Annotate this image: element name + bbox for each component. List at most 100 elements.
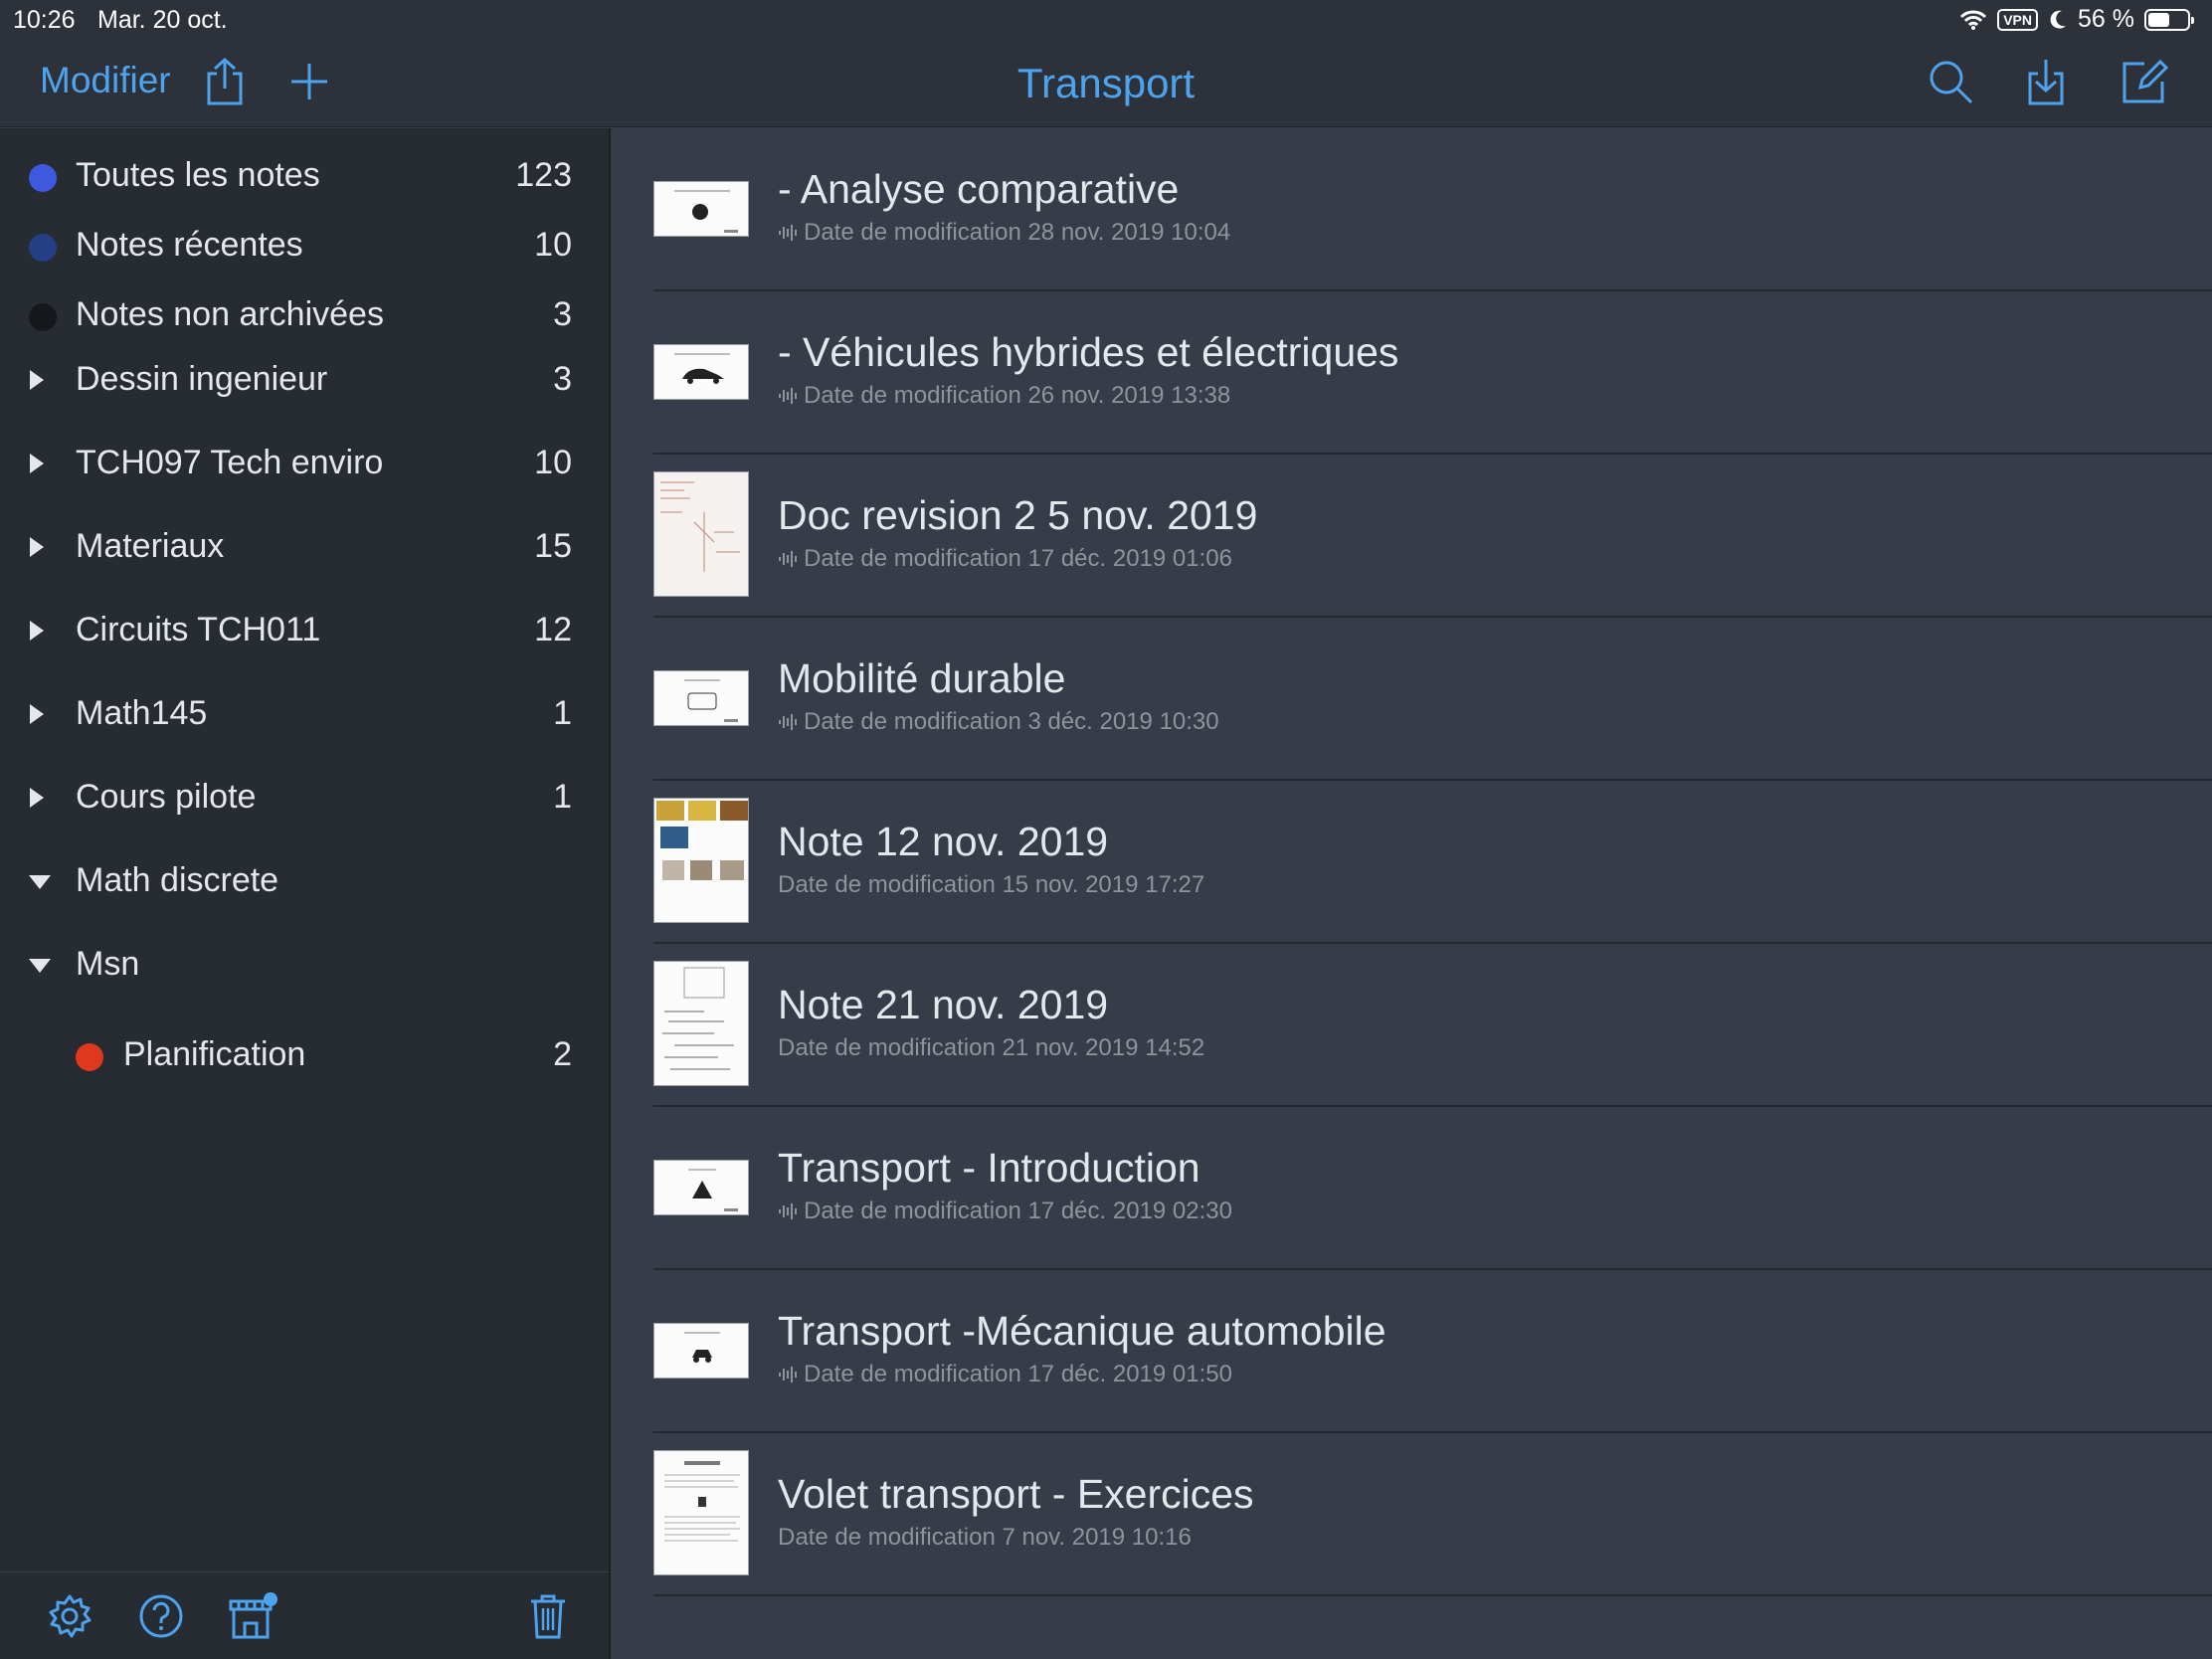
note-title: Note 21 nov. 2019 [778,982,1109,1027]
sidebar-item-label: Toutes les notes [76,156,320,194]
note-row[interactable]: Transport - Introduction Date de modific… [612,1107,2212,1270]
disclosure-right-icon[interactable] [30,621,44,641]
divider [653,1594,2212,1596]
battery-icon [2144,8,2194,31]
sidebar-item-count: 3 [553,295,572,333]
black-dot-icon [29,303,57,331]
moon-icon [2050,10,2067,29]
note-title: Volet transport - Exercices [778,1471,1254,1517]
note-row[interactable]: Note 12 nov. 2019 Date de modification 1… [612,781,2212,944]
status-time: 10:26 [13,6,76,34]
note-modified-date: Date de modification 17 déc. 2019 01:06 [804,545,1232,572]
audio-waveform-icon [779,1367,797,1382]
share-icon[interactable] [197,54,253,109]
audio-waveform-icon [779,714,797,730]
trash-icon[interactable] [520,1588,576,1644]
disclosure-right-icon[interactable] [30,704,44,724]
import-icon[interactable] [2018,54,2074,109]
note-subtitle: Date de modification 21 nov. 2019 14:52 [778,1034,1204,1062]
status-date: Mar. 20 oct. [97,6,228,34]
sidebar-item-label: Notes récentes [76,226,303,264]
sidebar-item-all-notes[interactable]: Toutes les notes 123 [0,144,609,208]
audio-waveform-icon [779,1203,797,1219]
note-row[interactable]: Mobilité durable Date de modification 3 … [612,618,2212,781]
sidebar-item-count: 1 [553,778,572,816]
sidebar-item-tch097[interactable]: TCH097 Tech enviro 10 [0,432,609,495]
note-modified-date: Date de modification 17 déc. 2019 02:30 [804,1198,1232,1224]
note-subtitle: Date de modification 28 nov. 2019 10:04 [778,219,1230,247]
note-thumbnail [653,344,749,400]
note-title: Transport - Introduction [778,1145,1200,1191]
disclosure-right-icon[interactable] [30,788,44,808]
note-title: - Véhicules hybrides et électriques [778,329,1399,375]
disclosure-right-icon[interactable] [30,370,44,390]
sidebar-item-recent-notes[interactable]: Notes récentes 10 [0,214,609,277]
note-thumbnail [653,961,749,1086]
note-thumbnail [653,798,749,923]
sidebar-item-label: Notes non archivées [76,295,384,333]
battery-percent: 56 % [2078,5,2134,33]
edit-button[interactable]: Modifier [40,60,171,101]
sidebar-item-label: Math145 [76,694,208,732]
audio-waveform-icon [779,388,797,404]
sidebar-item-math-discrete[interactable]: Math discrete [0,849,609,913]
note-thumbnail [653,181,749,237]
note-thumbnail [653,1160,749,1215]
note-subtitle: Date de modification 7 nov. 2019 10:16 [778,1524,1192,1552]
wifi-icon [1960,10,1987,30]
disclosure-right-icon[interactable] [30,537,44,557]
audio-waveform-icon [779,551,797,567]
note-subtitle: Date de modification 26 nov. 2019 13:38 [778,382,1230,410]
sidebar-item-count: 123 [515,156,572,194]
note-title: Doc revision 2 5 nov. 2019 [778,492,1258,538]
sidebar-item-count: 2 [553,1035,572,1073]
sidebar-item-materiaux[interactable]: Materiaux 15 [0,515,609,579]
disclosure-down-icon[interactable] [29,875,51,889]
note-subtitle: Date de modification 17 déc. 2019 01:50 [778,1361,1232,1388]
note-subtitle: Date de modification 3 déc. 2019 10:30 [778,708,1219,736]
navigation-bar: Modifier Transport [0,40,2212,127]
sidebar-item-math145[interactable]: Math145 1 [0,682,609,746]
sidebar-item-unfiled-notes[interactable]: Notes non archivées 3 [0,283,609,347]
sidebar-item-label: Materiaux [76,527,225,565]
status-bar: 10:26 Mar. 20 oct. VPN 56 % [0,0,2212,40]
sidebar-item-count: 1 [553,694,572,732]
sidebar-item-planification[interactable]: Planification 2 [0,1023,609,1087]
note-row[interactable]: Note 21 nov. 2019 Date de modification 2… [612,944,2212,1107]
disclosure-down-icon[interactable] [29,959,51,973]
compose-icon[interactable] [2117,54,2172,109]
sidebar-footer [0,1571,609,1659]
status-indicators: VPN 56 % [1959,5,2194,34]
note-thumbnail [653,670,749,726]
audio-waveform-icon [779,225,797,241]
blue-dot-icon [29,164,57,192]
sidebar-item-circuits[interactable]: Circuits TCH011 12 [0,599,609,662]
note-row[interactable]: - Véhicules hybrides et électriques Date… [612,291,2212,455]
search-icon[interactable] [1923,54,1978,109]
note-modified-date: Date de modification 17 déc. 2019 01:50 [804,1361,1232,1387]
help-icon[interactable] [133,1588,189,1644]
sidebar-item-count: 15 [534,527,572,565]
note-title: Mobilité durable [778,655,1066,701]
note-row[interactable]: Doc revision 2 5 nov. 2019 Date de modif… [612,455,2212,618]
store-icon[interactable] [225,1588,280,1644]
sidebar-item-msn[interactable]: Msn [0,933,609,997]
note-list: - Analyse comparative Date de modificati… [612,128,2212,1659]
sidebar-item-dessin-ingenieur[interactable]: Dessin ingenieur 3 [0,348,609,412]
disclosure-right-icon[interactable] [30,454,44,473]
note-subtitle: Date de modification 15 nov. 2019 17:27 [778,871,1204,899]
gear-icon[interactable] [42,1588,97,1644]
note-row[interactable]: - Analyse comparative Date de modificati… [612,128,2212,291]
note-row[interactable]: Volet transport - Exercices Date de modi… [612,1433,2212,1596]
note-thumbnail [653,1450,749,1575]
vpn-badge: VPN [1997,8,2039,31]
note-subtitle: Date de modification 17 déc. 2019 02:30 [778,1198,1232,1225]
note-modified-date: Date de modification 21 nov. 2019 14:52 [778,1034,1205,1061]
sidebar-item-label: Circuits TCH011 [76,611,321,648]
add-icon[interactable] [281,54,337,109]
note-modified-date: Date de modification 28 nov. 2019 10:04 [804,219,1231,246]
battery-fill [2148,12,2170,27]
sidebar-item-cours-pilote[interactable]: Cours pilote 1 [0,766,609,830]
sidebar-item-label: Cours pilote [76,778,257,816]
note-row[interactable]: Transport -Mécanique automobile Date de … [612,1270,2212,1433]
